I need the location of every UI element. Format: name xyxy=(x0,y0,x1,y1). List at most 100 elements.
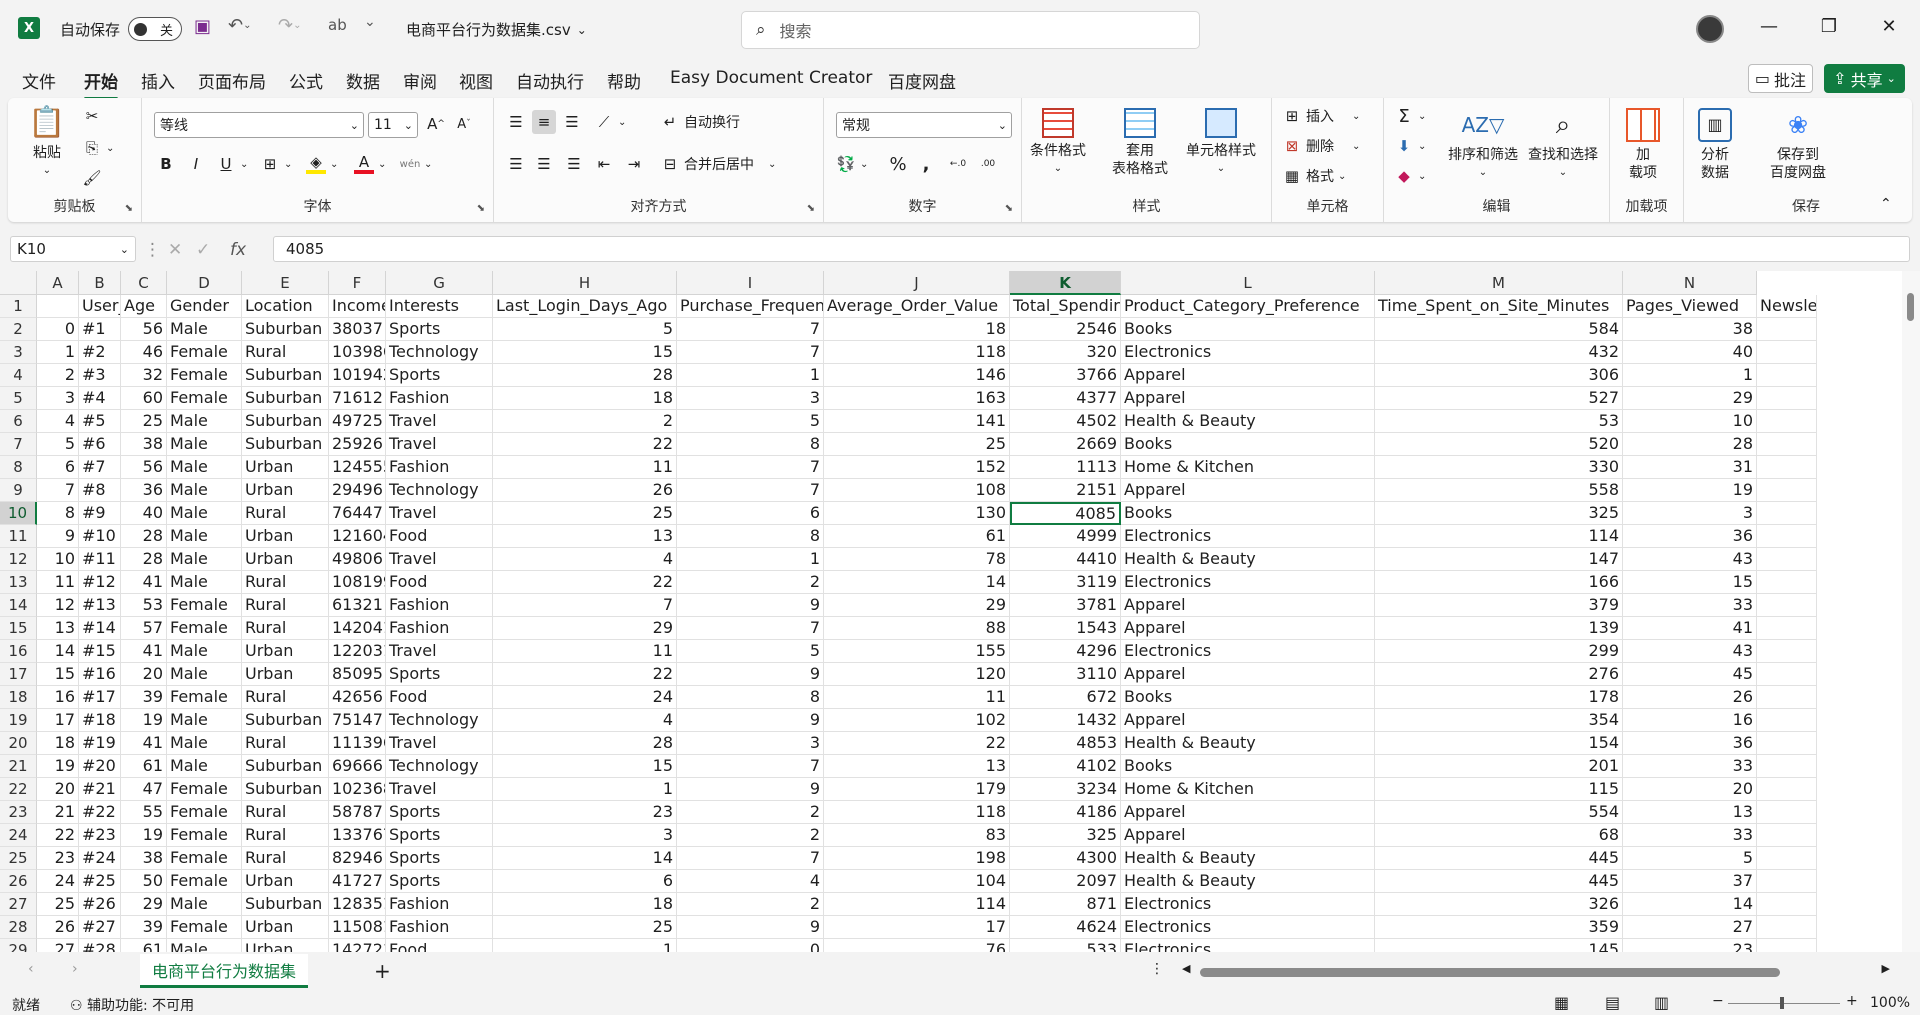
table-cell[interactable]: Books xyxy=(1121,502,1375,525)
table-cell[interactable]: Suburban xyxy=(242,387,329,410)
table-cell[interactable]: 45 xyxy=(1623,663,1757,686)
table-cell[interactable]: Rural xyxy=(242,594,329,617)
table-cell[interactable]: 432 xyxy=(1375,341,1623,364)
table-cell[interactable]: 39 xyxy=(121,916,167,939)
table-cell[interactable]: 29 xyxy=(824,594,1010,617)
table-cell[interactable] xyxy=(1757,364,1817,387)
table-cell[interactable]: #14 xyxy=(79,617,121,640)
header-cell[interactable]: Time_Spent_on_Site_Minutes xyxy=(1375,295,1623,318)
table-cell[interactable]: 25926 xyxy=(329,433,386,456)
tab-data[interactable]: 数据 xyxy=(346,68,380,93)
table-cell[interactable]: 672 xyxy=(1010,686,1121,709)
table-cell[interactable]: 27 xyxy=(37,939,79,952)
table-cell[interactable]: 41 xyxy=(121,732,167,755)
table-cell[interactable]: Rural xyxy=(242,732,329,755)
table-cell[interactable]: 4186 xyxy=(1010,801,1121,824)
table-cell[interactable]: 1543 xyxy=(1010,617,1121,640)
table-cell[interactable] xyxy=(1757,640,1817,663)
table-cell[interactable]: 38 xyxy=(121,847,167,870)
table-cell[interactable]: 5 xyxy=(1623,847,1757,870)
accessibility-status[interactable]: ⚇ 辅助功能: 不可用 xyxy=(70,995,194,1015)
table-cell[interactable]: 19 xyxy=(121,824,167,847)
clear-button[interactable]: ◆ ⌄ xyxy=(1394,166,1426,186)
increase-indent-button[interactable]: ⇥ xyxy=(624,154,644,174)
table-cell[interactable]: Urban xyxy=(242,548,329,571)
table-cell[interactable]: 23 xyxy=(1623,939,1757,952)
table-cell[interactable]: #16 xyxy=(79,663,121,686)
table-cell[interactable]: Urban xyxy=(242,916,329,939)
tab-automate[interactable]: 自动执行 xyxy=(516,68,584,93)
table-cell[interactable] xyxy=(1757,525,1817,548)
table-cell[interactable]: 33 xyxy=(1623,755,1757,778)
table-cell[interactable]: 7 xyxy=(677,456,824,479)
table-cell[interactable] xyxy=(1757,502,1817,525)
header-cell[interactable]: User_ID xyxy=(79,295,121,318)
tab-formulas[interactable]: 公式 xyxy=(289,68,323,93)
tab-review[interactable]: 审阅 xyxy=(403,68,437,93)
zoom-out-icon[interactable]: − xyxy=(1712,993,1724,1009)
phonetic-button[interactable]: wén ⌄ xyxy=(400,154,433,174)
column-header[interactable]: N xyxy=(1623,271,1757,295)
table-cell[interactable]: Home & Kitchen xyxy=(1121,778,1375,801)
vertical-scrollbar[interactable] xyxy=(1902,271,1920,952)
table-cell[interactable]: 7 xyxy=(677,341,824,364)
table-cell[interactable]: 320 xyxy=(1010,341,1121,364)
table-cell[interactable]: 4 xyxy=(37,410,79,433)
table-cell[interactable]: Rural xyxy=(242,341,329,364)
table-cell[interactable]: Male xyxy=(167,525,242,548)
table-cell[interactable]: 28 xyxy=(493,732,677,755)
table-cell[interactable]: 8 xyxy=(677,433,824,456)
table-cell[interactable]: 142721 xyxy=(329,939,386,952)
column-header[interactable]: L xyxy=(1121,271,1375,295)
table-cell[interactable]: 43 xyxy=(1623,548,1757,571)
delete-cells-button[interactable]: ⊠ 删除 ⌄ xyxy=(1282,136,1361,156)
table-cell[interactable]: #10 xyxy=(79,525,121,548)
insert-cells-button[interactable]: ⊞ 插入 ⌄ xyxy=(1282,106,1361,126)
copy-button[interactable]: ⎘ ⌄ xyxy=(82,138,114,158)
table-cell[interactable] xyxy=(1757,341,1817,364)
table-cell[interactable]: Female xyxy=(167,387,242,410)
table-cell[interactable]: #5 xyxy=(79,410,121,433)
table-cell[interactable]: #7 xyxy=(79,456,121,479)
table-cell[interactable]: 17 xyxy=(37,709,79,732)
column-header[interactable]: F xyxy=(329,271,386,295)
table-cell[interactable]: Female xyxy=(167,824,242,847)
header-cell[interactable]: Location xyxy=(242,295,329,318)
table-cell[interactable]: Fashion xyxy=(386,456,493,479)
table-cell[interactable]: 3766 xyxy=(1010,364,1121,387)
table-cell[interactable]: Home & Kitchen xyxy=(1121,456,1375,479)
table-cell[interactable]: 18 xyxy=(493,893,677,916)
table-cell[interactable]: Travel xyxy=(386,548,493,571)
table-cell[interactable]: Male xyxy=(167,755,242,778)
table-cell[interactable]: Suburban xyxy=(242,318,329,341)
table-cell[interactable]: 108 xyxy=(824,479,1010,502)
table-cell[interactable]: Apparel xyxy=(1121,364,1375,387)
table-cell[interactable]: Fashion xyxy=(386,916,493,939)
table-cell[interactable]: Apparel xyxy=(1121,594,1375,617)
table-cell[interactable]: Suburban xyxy=(242,364,329,387)
table-cell[interactable]: 4377 xyxy=(1010,387,1121,410)
close-icon[interactable]: ✕ xyxy=(1874,16,1904,37)
table-cell[interactable]: 14 xyxy=(493,847,677,870)
table-cell[interactable]: Female xyxy=(167,847,242,870)
formula-input[interactable]: 4085 xyxy=(273,236,1910,262)
table-cell[interactable] xyxy=(1757,893,1817,916)
table-cell[interactable]: 61 xyxy=(121,755,167,778)
table-cell[interactable]: 7 xyxy=(37,479,79,502)
table-cell[interactable] xyxy=(1757,916,1817,939)
table-cell[interactable]: 60 xyxy=(121,387,167,410)
table-cell[interactable]: 2097 xyxy=(1010,870,1121,893)
tab-baidu[interactable]: 百度网盘 xyxy=(888,68,956,93)
table-cell[interactable]: 14 xyxy=(37,640,79,663)
table-cell[interactable]: #8 xyxy=(79,479,121,502)
table-cell[interactable]: 2 xyxy=(677,801,824,824)
table-cell[interactable]: 22 xyxy=(37,824,79,847)
table-cell[interactable]: 3 xyxy=(493,824,677,847)
row-header[interactable]: 25 xyxy=(0,847,37,870)
table-cell[interactable]: 2 xyxy=(677,824,824,847)
table-cell[interactable]: 53 xyxy=(121,594,167,617)
table-cell[interactable]: Travel xyxy=(386,732,493,755)
tab-easy-document-creator[interactable]: Easy Document Creator xyxy=(670,68,872,88)
font-launcher-icon[interactable]: ⬊ xyxy=(477,203,485,214)
table-cell[interactable]: 28 xyxy=(121,525,167,548)
